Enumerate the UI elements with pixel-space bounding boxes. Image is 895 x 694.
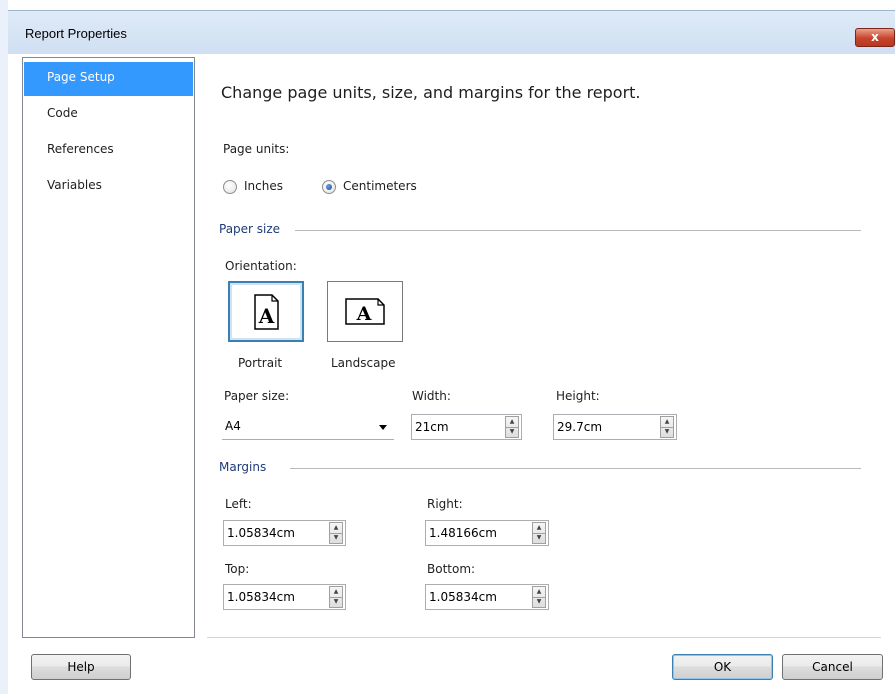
sidebar-nav: Page Setup Code References Variables xyxy=(22,57,195,638)
close-icon: x xyxy=(871,30,879,44)
right-margin-field[interactable]: 1.48166cm ▲ ▼ xyxy=(425,520,549,546)
spin-down-icon[interactable]: ▼ xyxy=(533,533,545,543)
chevron-down-icon xyxy=(379,425,387,430)
spin-down-icon[interactable]: ▼ xyxy=(533,597,545,607)
centimeters-radio[interactable] xyxy=(322,180,336,194)
width-field[interactable]: 21cm ▲ ▼ xyxy=(411,414,522,440)
landscape-label: Landscape xyxy=(331,356,396,370)
width-spinner[interactable]: ▲ ▼ xyxy=(505,416,519,438)
portrait-page-icon: A xyxy=(254,294,279,330)
height-field[interactable]: 29.7cm ▲ ▼ xyxy=(553,414,677,440)
page-units-label: Page units: xyxy=(223,142,290,156)
sidebar-item-code[interactable]: Code xyxy=(24,98,193,132)
inches-label[interactable]: Inches xyxy=(244,179,283,193)
cancel-button[interactable]: Cancel xyxy=(782,654,883,680)
close-button[interactable]: x xyxy=(855,28,895,47)
height-label: Height: xyxy=(556,389,600,403)
ok-button[interactable]: OK xyxy=(672,654,773,680)
height-value: 29.7cm xyxy=(557,420,603,434)
inches-radio[interactable] xyxy=(223,180,237,194)
paper-size-divider xyxy=(295,230,861,231)
footer-divider xyxy=(207,637,881,638)
paper-size-group-title: Paper size xyxy=(219,222,281,236)
landscape-glyph: A xyxy=(356,303,372,325)
title-bar[interactable]: Report Properties x xyxy=(8,10,895,55)
margins-divider xyxy=(290,468,861,469)
portrait-button[interactable]: A xyxy=(228,281,304,342)
paper-size-dropdown[interactable]: A4 xyxy=(222,414,394,440)
top-margin-label: Top: xyxy=(225,562,250,576)
top-margin-value: 1.05834cm xyxy=(227,590,295,604)
bottom-margin-spinner[interactable]: ▲ ▼ xyxy=(532,586,546,608)
margins-group-title: Margins xyxy=(219,460,267,474)
left-margin-field[interactable]: 1.05834cm ▲ ▼ xyxy=(223,520,346,546)
sidebar-item-page-setup[interactable]: Page Setup xyxy=(24,62,193,96)
right-margin-value: 1.48166cm xyxy=(429,526,497,540)
page-setup-panel: Change page units, size, and margins for… xyxy=(207,57,881,640)
portrait-glyph: A xyxy=(258,304,275,328)
left-margin-spinner[interactable]: ▲ ▼ xyxy=(329,522,343,544)
top-margin-field[interactable]: 1.05834cm ▲ ▼ xyxy=(223,584,346,610)
left-margin-label: Left: xyxy=(225,497,252,511)
background-edge xyxy=(0,0,8,694)
landscape-page-icon: A xyxy=(345,298,385,325)
paper-size-label: Paper size: xyxy=(224,389,290,403)
landscape-button[interactable]: A xyxy=(327,281,403,342)
spin-down-icon[interactable]: ▼ xyxy=(661,427,673,437)
bottom-margin-field[interactable]: 1.05834cm ▲ ▼ xyxy=(425,584,549,610)
width-label: Width: xyxy=(412,389,451,403)
bottom-margin-label: Bottom: xyxy=(427,562,476,576)
spin-down-icon[interactable]: ▼ xyxy=(330,597,342,607)
portrait-label: Portrait xyxy=(238,356,283,370)
spin-down-icon[interactable]: ▼ xyxy=(330,533,342,543)
page-heading: Change page units, size, and margins for… xyxy=(221,83,641,102)
window-title: Report Properties xyxy=(25,26,127,41)
bottom-margin-value: 1.05834cm xyxy=(429,590,497,604)
width-value: 21cm xyxy=(415,420,449,434)
height-spinner[interactable]: ▲ ▼ xyxy=(660,416,674,438)
left-margin-value: 1.05834cm xyxy=(227,526,295,540)
help-button[interactable]: Help xyxy=(31,654,131,680)
spin-down-icon[interactable]: ▼ xyxy=(506,427,518,437)
sidebar-item-variables[interactable]: Variables xyxy=(24,170,193,204)
right-margin-label: Right: xyxy=(427,497,463,511)
right-margin-spinner[interactable]: ▲ ▼ xyxy=(532,522,546,544)
paper-size-value: A4 xyxy=(225,419,241,433)
sidebar-item-references[interactable]: References xyxy=(24,134,193,168)
centimeters-label[interactable]: Centimeters xyxy=(343,179,417,193)
orientation-label: Orientation: xyxy=(225,259,297,273)
top-margin-spinner[interactable]: ▲ ▼ xyxy=(329,586,343,608)
